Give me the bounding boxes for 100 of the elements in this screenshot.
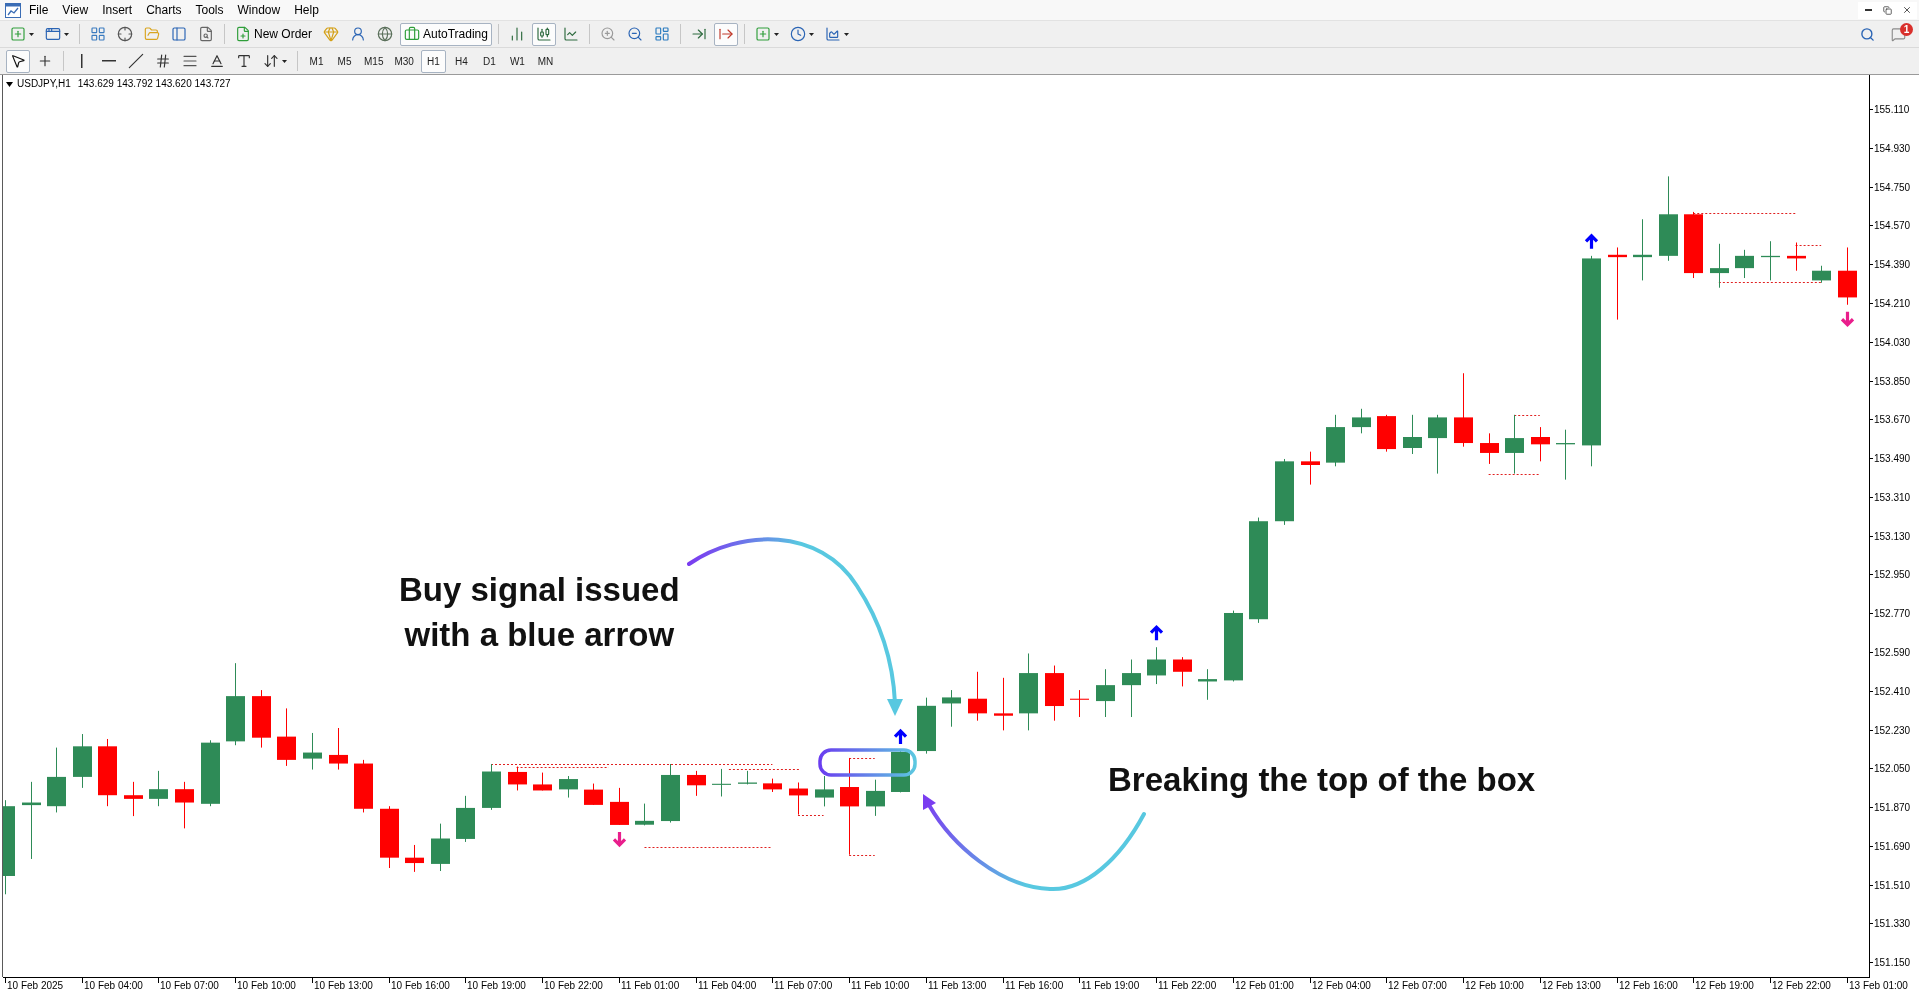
menu-item[interactable]: Insert: [95, 0, 140, 20]
period-tab[interactable]: M5: [332, 49, 357, 73]
candlestick: [738, 770, 757, 785]
user-icon: [350, 26, 366, 42]
price-label: 153.490: [1874, 453, 1911, 464]
candlestick: [1403, 414, 1422, 455]
caret-icon: [6, 81, 13, 87]
period-tab[interactable]: W1: [504, 49, 530, 73]
price-label: 151.690: [1874, 841, 1911, 852]
candlestick: [917, 697, 936, 755]
dotted-level-line: [848, 855, 876, 856]
time-label: 11 Feb 13:00: [928, 980, 987, 991]
tiles-icon: [653, 26, 670, 42]
candlestick: [866, 779, 885, 817]
close-icon: [1901, 5, 1912, 15]
candlestick: [1326, 414, 1345, 467]
auto-trading-button[interactable]: AutoTrading: [400, 22, 492, 46]
candlestick: [1275, 458, 1294, 526]
speech-bubble-icon: [1890, 26, 1906, 42]
candlestick: [47, 747, 66, 813]
caret-icon: [808, 32, 814, 36]
period-tab[interactable]: D1: [476, 49, 502, 73]
time-label: 11 Feb 07:00: [774, 980, 833, 991]
zoom-out-icon: [626, 26, 643, 42]
menu-item[interactable]: View: [55, 0, 96, 20]
candlestick: [124, 781, 143, 817]
price-label: 154.570: [1874, 220, 1911, 231]
candlestick: [1812, 265, 1831, 284]
candlestick: [1045, 665, 1064, 722]
price-label: 152.410: [1874, 686, 1911, 697]
candlestick: [1710, 243, 1729, 289]
arrows-icon: [263, 53, 279, 69]
price-label: 152.770: [1874, 608, 1911, 619]
period-tab[interactable]: H4: [448, 49, 474, 73]
window-icon: [45, 26, 61, 42]
caret-icon: [773, 32, 779, 36]
menu-item[interactable]: Help: [287, 0, 326, 20]
crosshair-icon: [37, 53, 53, 69]
lines-icon: [182, 53, 198, 69]
time-label: 11 Feb 16:00: [1005, 980, 1064, 991]
price-label: 153.130: [1874, 531, 1911, 542]
price-label: 154.030: [1874, 337, 1911, 348]
candlestick-chart-button[interactable]: [531, 22, 556, 46]
globe-icon: [377, 26, 393, 42]
period-tab[interactable]: M30: [390, 49, 418, 73]
candlestick: [1096, 668, 1115, 718]
cursor-button[interactable]: [6, 49, 30, 73]
price-label: 151.510: [1874, 880, 1911, 891]
period-tab[interactable]: H1: [420, 49, 446, 73]
time-label: 10 Feb 10:00: [237, 980, 296, 991]
candlestick: [533, 772, 552, 791]
restore-icon: [1883, 5, 1892, 15]
minimize-icon: [1865, 9, 1872, 11]
dotted-level-line: [1488, 474, 1541, 475]
period-tab[interactable]: MN: [532, 49, 558, 73]
time-label: 10 Feb 2025: [7, 980, 64, 991]
price-label: 152.590: [1874, 647, 1911, 658]
text-label-icon: [236, 53, 252, 69]
price-label: 151.330: [1874, 918, 1911, 929]
candlestick: [1173, 656, 1192, 687]
line-chart-icon: [562, 26, 579, 42]
auto-scroll-button[interactable]: [713, 22, 738, 46]
time-label: 11 Feb 22:00: [1158, 980, 1217, 991]
notifications-button[interactable]: 1: [1885, 23, 1911, 45]
candlestick: [431, 823, 450, 872]
time-label: 10 Feb 13:00: [314, 980, 373, 991]
crosshair-circle-icon: [117, 26, 133, 42]
menu-item[interactable]: Window: [230, 0, 288, 20]
dotted-level-line: [1795, 245, 1822, 246]
period-tab[interactable]: M1: [304, 49, 329, 73]
menu-item[interactable]: File: [22, 0, 56, 20]
horizontal-line-icon: [102, 60, 116, 62]
menu-item[interactable]: Tools: [188, 0, 231, 20]
candlestick: [968, 671, 987, 722]
candlestick: [994, 677, 1013, 731]
candlestick: [1480, 432, 1499, 465]
candlestick: [380, 805, 399, 869]
time-label: 10 Feb 22:00: [544, 980, 603, 991]
candlestick: [303, 732, 322, 771]
callout-text: Buy signal issued with a blue arrow: [399, 570, 680, 655]
time-label: 10 Feb 19:00: [467, 980, 526, 991]
caret-icon: [29, 32, 34, 36]
time-label: 10 Feb 16:00: [391, 980, 450, 991]
candlestick: [508, 766, 527, 791]
panel-icon: [171, 26, 187, 42]
time-label: 11 Feb 01:00: [621, 980, 680, 991]
plus-square-icon: [10, 26, 26, 42]
candlestick-icon: [535, 26, 552, 42]
time-label: 12 Feb 19:00: [1695, 980, 1754, 991]
period-tab[interactable]: M15: [360, 49, 388, 73]
price-label: 154.210: [1874, 298, 1911, 309]
document-plus-icon: [235, 26, 251, 42]
candlestick: [584, 783, 603, 806]
price-label: 154.930: [1874, 143, 1911, 154]
dotted-level-line: [1513, 415, 1541, 416]
menu-item[interactable]: Charts: [139, 0, 189, 20]
price-label: 151.870: [1874, 802, 1911, 813]
grid-icon: [90, 26, 106, 42]
new-order-button[interactable]: New Order: [231, 22, 316, 46]
candlestick: [1224, 610, 1243, 682]
